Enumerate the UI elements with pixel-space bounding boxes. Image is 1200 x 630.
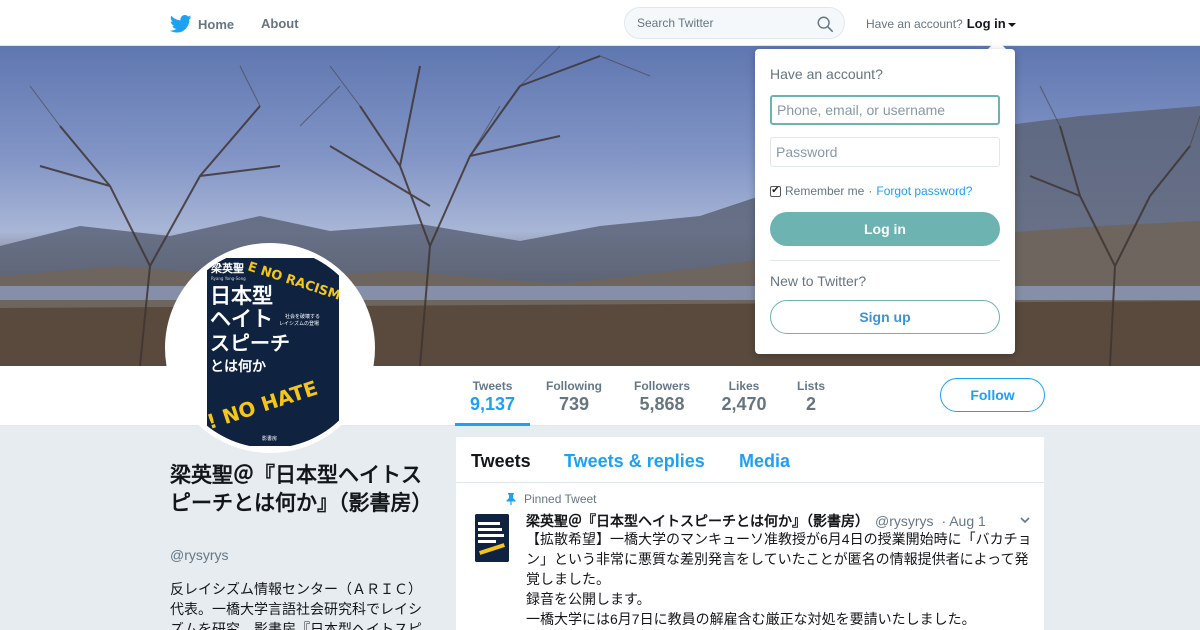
username-input[interactable] (770, 95, 1000, 125)
nav-home-label: Home (198, 16, 235, 32)
login-button[interactable]: Log in (770, 212, 1000, 246)
stat-value: 739 (558, 394, 590, 414)
stat-followers[interactable]: Followers 5,868 (628, 379, 696, 415)
stat-label: Tweets (472, 379, 513, 393)
twitter-bird-icon (170, 15, 192, 33)
profile-avatar[interactable]: 梁英聖 Ryang Yong-Song 日本型 ヘイト スピーチ とは何か 社会… (165, 243, 375, 453)
pinned-tweet-label: Pinned Tweet (506, 492, 597, 506)
tab-media[interactable]: Media (739, 451, 790, 472)
search-icon[interactable] (816, 15, 834, 33)
stat-tweets[interactable]: Tweets 9,137 (455, 379, 530, 426)
tweet-author-name[interactable]: 梁英聖＠『日本型ヘイトスピーチとは何か』（影書房） (526, 513, 869, 529)
stat-lists[interactable]: Lists 2 (790, 379, 832, 415)
book-subtitle-line: レイシズムの登場 (279, 320, 319, 327)
book-title-line: 日本型 (210, 284, 273, 308)
book-title-line: とは何か (210, 358, 266, 375)
book-cover-art: 梁英聖 Ryang Yong-Song 日本型 ヘイト スピーチ とは何か 社会… (204, 258, 342, 446)
remember-row: ✔ Remember me · Forgot password? (770, 184, 972, 198)
book-publisher: 影書房 (262, 435, 277, 442)
tweet-author-handle[interactable]: @rysyrys (875, 513, 934, 529)
tweet-line: 【拡散希望】一橋大学のマンキューソ准教授が6月4日の授業開始時に「バカチョン」と… (526, 531, 1032, 587)
stat-label: Following (546, 379, 602, 393)
tab-tweets[interactable]: Tweets (471, 451, 531, 472)
dropdown-pointer (988, 40, 1006, 49)
top-navigation-bar: Home About Search Twitter Have an accoun… (0, 0, 1200, 46)
stat-label: Lists (796, 379, 825, 393)
login-dropdown-toggle[interactable]: Log in (967, 16, 1006, 31)
stat-value: 9,137 (469, 394, 516, 414)
book-title-line: スピーチ (210, 331, 290, 355)
nav-home-link[interactable]: Home (170, 13, 234, 35)
stat-label: Followers (633, 379, 690, 393)
tweet-text: 【拡散希望】一橋大学のマンキューソ准教授が6月4日の授業開始時に「バカチョン」と… (526, 529, 1036, 629)
stat-value: 2,470 (721, 394, 767, 414)
forgot-password-link[interactable]: Forgot password? (876, 184, 972, 198)
follow-button[interactable]: Follow (940, 378, 1045, 412)
dropdown-divider (770, 260, 1000, 261)
stat-label: Likes (728, 379, 760, 393)
profile-bio: 反レイシズム情報センター（ＡＲＩＣ）代表。一橋大学言語社会研究科でレイシズムを研… (170, 581, 422, 630)
book-author: 梁英聖 (210, 261, 244, 275)
profile-display-name[interactable]: 梁英聖＠『日本型ヘイトスピーチとは何か』（影書房） (170, 462, 440, 518)
book-subtitle-line: 社会を破壊する (285, 313, 320, 320)
timeline-tabs: Tweets Tweets & replies Media (456, 437, 1044, 483)
search-input[interactable]: Search Twitter (637, 16, 713, 30)
tweet-line: 録音を公開します。 (526, 591, 651, 607)
login-dropdown: Have an account? ✔ Remember me · Forgot … (755, 49, 1015, 354)
stat-following[interactable]: Following 739 (540, 379, 608, 415)
timeline-panel: Tweets Tweets & replies Media Pinned Twe… (456, 437, 1044, 630)
book-author-romaji: Ryang Yong-Song (211, 276, 246, 281)
tweet-author-avatar[interactable] (475, 514, 509, 562)
signup-button[interactable]: Sign up (770, 300, 1000, 334)
new-to-twitter-label: New to Twitter? (770, 273, 867, 289)
profile-handle[interactable]: @rysyrys (170, 547, 229, 563)
stat-likes[interactable]: Likes 2,470 (714, 379, 774, 415)
checkbox-checked-icon[interactable]: ✔ (770, 185, 781, 197)
tweet-line: 一橋大学には6月7日に教員の解雇含む厳正な対処を要請いたしました。 (526, 611, 976, 627)
remember-me-label[interactable]: Remember me (785, 184, 864, 198)
avatar-book-cover: 梁英聖 Ryang Yong-Song 日本型 ヘイト スピーチ とは何か 社会… (204, 258, 342, 446)
nav-about-link[interactable]: About (261, 16, 299, 31)
tweet-avatar-art (475, 514, 509, 562)
account-prompt: Have an account? Log in (866, 16, 1016, 31)
tweet-date[interactable]: · Aug 1 (941, 513, 985, 529)
stat-value: 5,868 (639, 394, 685, 414)
stat-value: 2 (805, 394, 816, 414)
dropdown-title: Have an account? (770, 66, 883, 82)
caret-down-icon[interactable] (1007, 22, 1016, 27)
tab-tweets-replies[interactable]: Tweets & replies (564, 451, 705, 472)
search-box[interactable]: Search Twitter (624, 7, 845, 39)
chevron-down-icon[interactable] (1020, 515, 1030, 525)
separator-dot: · (868, 184, 873, 198)
pin-icon (506, 493, 516, 505)
tweet-header: 梁英聖＠『日本型ヘイトスピーチとは何か』（影書房） @rysyrys · Aug … (526, 511, 1031, 531)
have-account-text: Have an account? (866, 17, 963, 31)
book-title-line: ヘイト (210, 307, 273, 331)
pinned-label-text: Pinned Tweet (524, 492, 597, 506)
password-input[interactable] (770, 137, 1000, 167)
